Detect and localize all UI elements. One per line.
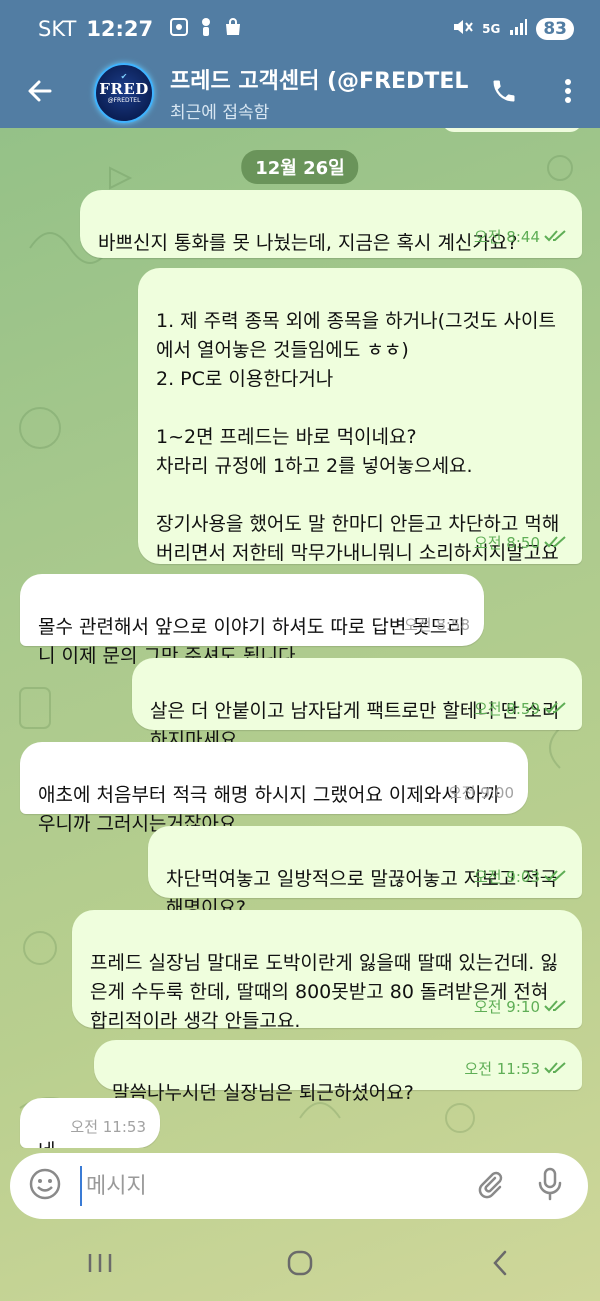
- status-bar: SKT 12:27 5G 83: [0, 0, 600, 58]
- avatar[interactable]: ✔ FRED @FREDTEL: [94, 63, 154, 123]
- signal-icon: [508, 17, 528, 41]
- message-time: 오전 8:44: [473, 228, 540, 246]
- system-navigation-bar: [0, 1228, 600, 1301]
- double-check-icon: [544, 863, 568, 892]
- message-time: 오전 9:10: [473, 998, 540, 1016]
- double-check-icon: [544, 695, 568, 724]
- more-vertical-icon: [564, 77, 572, 109]
- message-meta: 오전 8:44: [474, 223, 568, 252]
- message-time: 오전 9:03: [473, 868, 540, 886]
- message-text: 바쁘신지 통화를 못 나눴는데, 지금은 혹시 계신가요?: [98, 232, 518, 254]
- voice-record-button[interactable]: [520, 1153, 580, 1219]
- incoming-message[interactable]: 애초에 처음부터 적극 해명 하시지 그랬어요 이제와서 아까우니까 그러시는거…: [20, 742, 528, 835]
- message-meta: 오전 11:53: [70, 1113, 146, 1142]
- back-button[interactable]: [0, 58, 80, 128]
- nav-back-button[interactable]: [440, 1235, 560, 1295]
- chat-title-block[interactable]: 프레드 고객센터 (@FREDTEL 최근에 접속함: [170, 63, 470, 123]
- incoming-message[interactable]: 몰수 관련해서 앞으로 이야기 하셔도 따로 답변 못드리니 이제 문의 그만 …: [20, 574, 484, 667]
- message-meta: 오전 9:00: [448, 779, 514, 808]
- more-menu-button[interactable]: [536, 58, 600, 128]
- double-check-icon: [544, 1055, 568, 1084]
- message-composer: [10, 1153, 588, 1219]
- shopping-bag-icon: [223, 17, 243, 42]
- home-button[interactable]: [240, 1235, 360, 1295]
- message-time: 오전 8:59: [473, 700, 540, 718]
- message-meta: 오전 11:53: [464, 1055, 568, 1084]
- phone-icon: [490, 77, 518, 109]
- smiley-icon: [28, 1167, 62, 1205]
- message-meta: 오전 8:59: [474, 695, 568, 724]
- arrow-left-icon: [26, 77, 54, 109]
- home-icon: [286, 1249, 314, 1281]
- recents-icon: [87, 1252, 113, 1278]
- double-check-icon: [544, 993, 568, 1022]
- outgoing-message[interactable]: 프레드 실장님 말대로 도박이란게 잃을때 딸때 있는건데. 잃은게 수두룩 한…: [72, 910, 582, 1032]
- paperclip-icon: [475, 1169, 505, 1203]
- double-check-icon: [544, 529, 568, 558]
- avatar-logo-subtext: @FREDTEL: [107, 96, 141, 104]
- chat-status: 최근에 접속함: [170, 103, 270, 123]
- outgoing-message[interactable]: 1. 제 주력 종목 외에 종목을 하거나(그것도 사이트에서 열어놓은 것들임…: [138, 268, 582, 564]
- recents-button[interactable]: [40, 1235, 160, 1295]
- message-meta: 오전 9:10: [474, 993, 568, 1022]
- incoming-message[interactable]: 네 오전 11:53: [20, 1098, 160, 1148]
- status-time: 12:27: [86, 17, 154, 41]
- attach-button[interactable]: [460, 1153, 520, 1219]
- battery-indicator: 83: [536, 18, 574, 40]
- message-text: 말씀나누시던 실장님은 퇴근하셨어요?: [112, 1082, 414, 1104]
- message-input[interactable]: [80, 1166, 460, 1206]
- chat-title: 프레드 고객센터 (@FREDTEL: [170, 69, 469, 94]
- message-text: 1. 제 주력 종목 외에 종목을 하거나(그것도 사이트에서 열어놓은 것들임…: [156, 310, 560, 564]
- message-time: 오전 8:50: [473, 534, 540, 552]
- mute-icon: [452, 17, 474, 41]
- message-text: 네: [38, 1140, 55, 1148]
- message-list[interactable]: 12월 26일 바쁘신지 통화를 못 나눴는데, 지금은 혹시 계신가요? 오전…: [0, 128, 600, 1148]
- message-time: 오전 8:58: [403, 616, 470, 634]
- message-time: 오전 11:53: [70, 1118, 146, 1136]
- person-icon: [199, 17, 213, 42]
- message-meta: 오전 8:50: [474, 529, 568, 558]
- double-check-icon: [544, 223, 568, 252]
- network-label: 5G: [482, 22, 501, 36]
- message-time: 오전 11:53: [464, 1060, 540, 1078]
- emoji-button[interactable]: [10, 1153, 80, 1219]
- date-separator: 12월 26일: [241, 150, 359, 184]
- avatar-logo-text: FRED: [99, 79, 149, 98]
- previous-message-edge: [442, 128, 582, 132]
- microphone-icon: [537, 1167, 563, 1205]
- outgoing-message[interactable]: 말씀나누시던 실장님은 퇴근하셨어요? 오전 11:53: [94, 1040, 582, 1104]
- outgoing-message[interactable]: 바쁘신지 통화를 못 나눴는데, 지금은 혹시 계신가요? 오전 8:44: [80, 190, 582, 258]
- carrier-label: SKT: [38, 17, 77, 41]
- check-badge-icon: ✔: [120, 72, 128, 81]
- call-button[interactable]: [472, 58, 536, 128]
- message-meta: 오전 8:58: [404, 611, 470, 640]
- message-meta: 오전 9:03: [474, 863, 568, 892]
- outgoing-message[interactable]: 차단먹여놓고 일방적으로 말끊어놓고 저보고 적극해명이요? 오전 9:03: [148, 826, 582, 919]
- message-time: 오전 9:00: [447, 784, 514, 802]
- screenshot-icon: [169, 17, 189, 42]
- nav-back-icon: [491, 1249, 509, 1281]
- chat-header: ✔ FRED @FREDTEL 프레드 고객센터 (@FREDTEL 최근에 접…: [0, 58, 600, 128]
- outgoing-message[interactable]: 살은 더 안붙이고 남자답게 팩트로만 할테니 딴 소리하지마세요 오전 8:5…: [132, 658, 582, 751]
